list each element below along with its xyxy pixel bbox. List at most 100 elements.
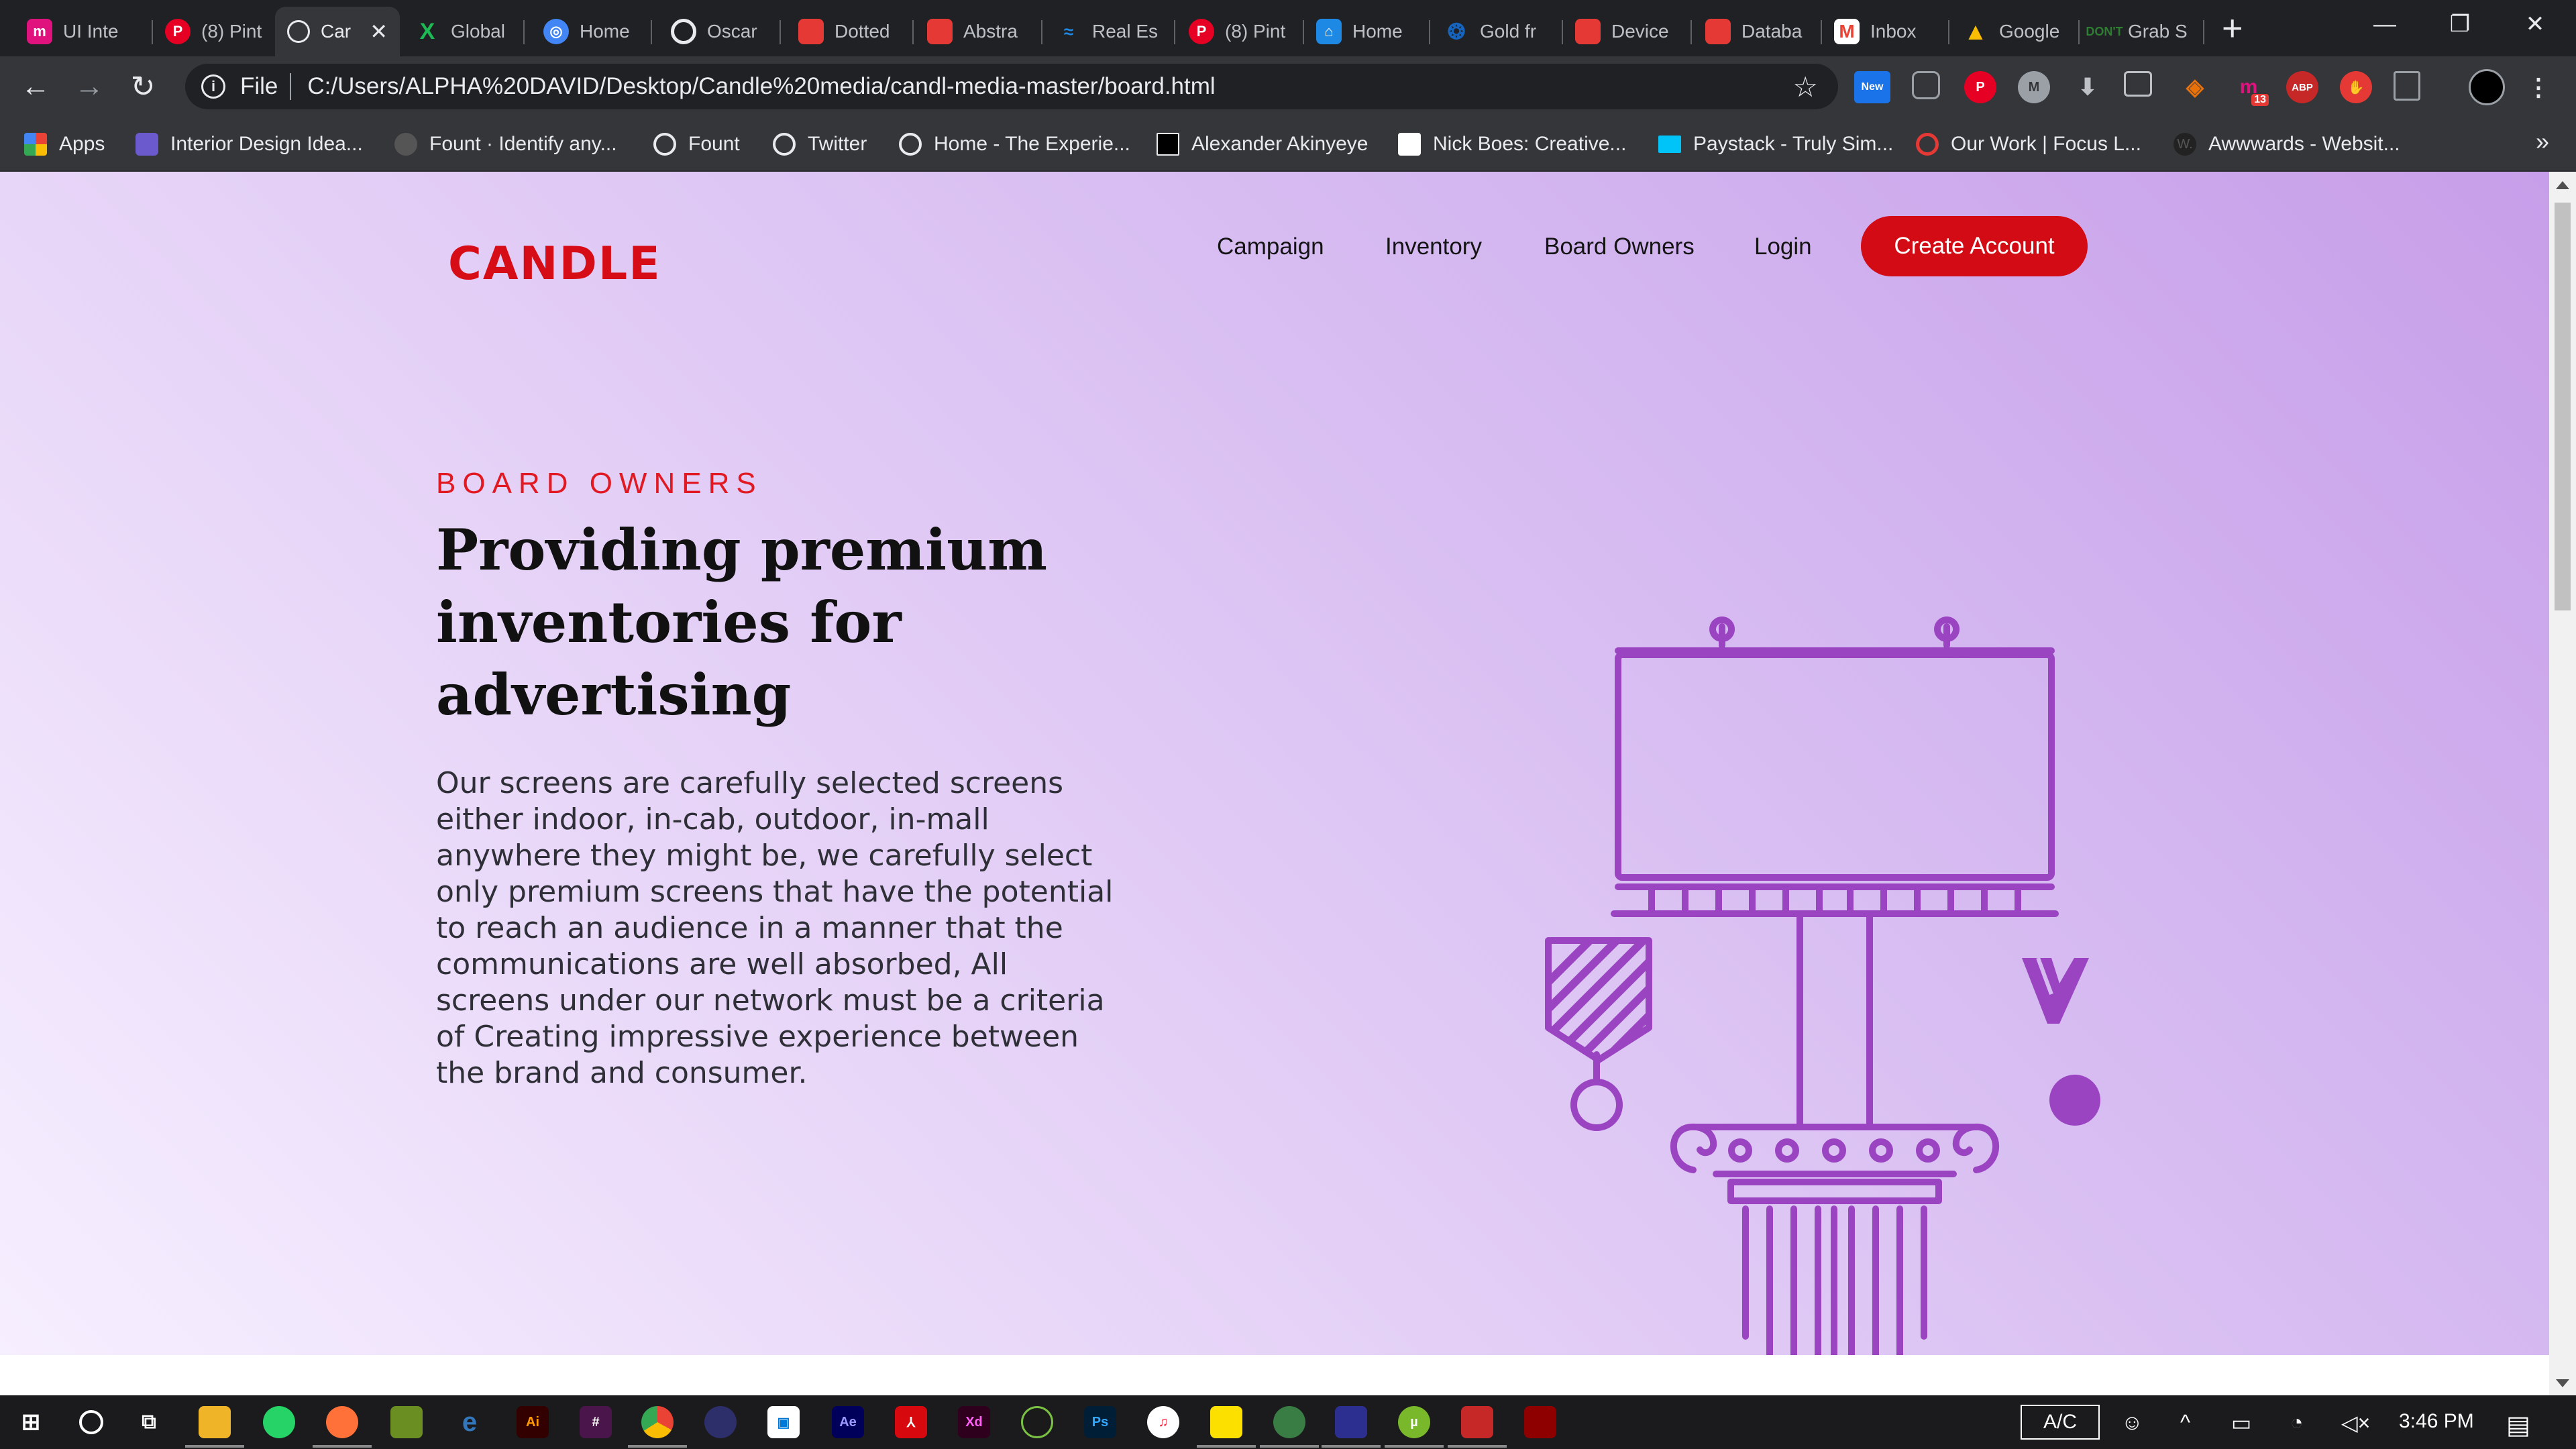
bookmark-twitter[interactable]: Twitter xyxy=(773,129,867,160)
tab-real-estate[interactable]: ≈ Real Es xyxy=(1044,7,1175,56)
slack-icon[interactable]: # xyxy=(580,1406,612,1438)
app-icon[interactable] xyxy=(390,1406,423,1438)
bookmark-paystack[interactable]: Paystack - Truly Sim... xyxy=(1658,129,1893,160)
bookmark-apps[interactable]: Apps xyxy=(24,129,105,160)
wifi-icon[interactable]: ◔ xyxy=(2290,1410,2303,1435)
download-icon[interactable]: ⬇ xyxy=(2072,71,2104,103)
candle-logo[interactable]: CANDLE xyxy=(448,237,661,290)
minimize-window-icon[interactable]: — xyxy=(2348,4,2422,44)
tab-google-drive[interactable]: ▲ Google xyxy=(1951,7,2080,56)
new-badge-icon[interactable]: New xyxy=(1854,71,1890,103)
new-tab-plus-icon[interactable]: + xyxy=(2222,9,2243,47)
utorrent-icon[interactable]: µ xyxy=(1385,1406,1444,1448)
m-icon[interactable]: M xyxy=(2018,71,2050,103)
file-explorer-icon[interactable] xyxy=(185,1406,244,1448)
notifications-icon[interactable]: ▤ xyxy=(2506,1410,2530,1440)
tab-pinterest-2[interactable]: P (8) Pint xyxy=(1177,7,1304,56)
menu-kebab-icon[interactable]: ⋮ xyxy=(2522,71,2555,103)
tab-global[interactable]: X Global xyxy=(402,7,525,56)
battery-icon[interactable]: ▭ xyxy=(2231,1410,2251,1436)
app-icon[interactable] xyxy=(1021,1406,1053,1438)
nav-campaign[interactable]: Campaign xyxy=(1217,233,1324,260)
chrome-icon[interactable] xyxy=(628,1406,687,1448)
profile-avatar-icon[interactable] xyxy=(2469,69,2505,105)
after-effects-icon[interactable]: Ae xyxy=(832,1406,864,1438)
notification-13-icon[interactable]: m 13 xyxy=(2233,71,2269,106)
firefox-icon[interactable] xyxy=(313,1406,372,1448)
windows-start-icon[interactable]: ⊞ xyxy=(15,1406,47,1438)
back-arrow-icon[interactable]: ← xyxy=(15,66,56,107)
sticky-notes-icon[interactable] xyxy=(1197,1406,1256,1448)
nav-board-owners[interactable]: Board Owners xyxy=(1544,233,1695,260)
pocket-icon[interactable] xyxy=(1912,71,1940,99)
clock-time[interactable]: 3:46 PM xyxy=(2399,1410,2474,1433)
edge-icon[interactable]: e xyxy=(453,1406,486,1438)
bookmark-fount-identify[interactable]: Fount · Identify any... xyxy=(394,129,617,160)
pdf-icon[interactable] xyxy=(2394,71,2420,101)
forward-arrow-icon[interactable]: → xyxy=(68,66,110,107)
share-icon[interactable]: ◈ xyxy=(2179,71,2211,103)
bookmark-alexander-akinyeye[interactable]: Alexander Akinyeye xyxy=(1157,129,1368,160)
tab-abstract[interactable]: Abstra xyxy=(915,7,1042,56)
nav-login[interactable]: Login xyxy=(1754,233,1812,260)
close-tab-icon[interactable]: ✕ xyxy=(370,19,388,44)
acrobat-icon[interactable]: ⅄ xyxy=(895,1406,927,1438)
tab-ui-inte[interactable]: m UI Inte xyxy=(15,7,153,56)
store-icon[interactable]: ▣ xyxy=(767,1406,800,1438)
page-scrollbar[interactable] xyxy=(2549,172,2576,1395)
tab-inbox[interactable]: M Inbox xyxy=(1822,7,1949,56)
nav-inventory[interactable]: Inventory xyxy=(1385,233,1482,260)
tab-home-2[interactable]: ⌂ Home xyxy=(1304,7,1430,56)
xd-icon[interactable]: Xd xyxy=(958,1406,990,1438)
scroll-up-arrow-icon[interactable] xyxy=(2556,181,2569,189)
url-text[interactable]: C:/Users/ALPHA%20DAVID/Desktop/Candle%20… xyxy=(307,73,1215,100)
bookmark-fount[interactable]: Fount xyxy=(653,129,740,160)
restore-window-icon[interactable]: ❐ xyxy=(2423,4,2497,44)
create-account-button[interactable]: Create Account xyxy=(1861,216,2088,276)
address-bar[interactable]: i File C:/Users/ALPHA%20DAVID/Desktop/Ca… xyxy=(185,64,1838,109)
tab-grab[interactable]: DON'T Grab S xyxy=(2080,7,2204,56)
app-icon[interactable] xyxy=(1524,1406,1556,1438)
app-icon[interactable] xyxy=(1448,1406,1507,1448)
app-icon[interactable] xyxy=(1260,1406,1319,1448)
gold-icon: ❂ xyxy=(1447,19,1466,44)
speaker-muted-icon[interactable]: ◁× xyxy=(2341,1410,2370,1436)
nb-icon xyxy=(1398,133,1421,156)
app-icon[interactable] xyxy=(1322,1406,1381,1448)
tab-oscar[interactable]: Oscar xyxy=(659,7,781,56)
reload-icon[interactable]: ↻ xyxy=(122,66,164,107)
tab-database[interactable]: Databa xyxy=(1693,7,1822,56)
tab-candle-active[interactable]: Car ✕ xyxy=(275,7,400,56)
app-icon[interactable] xyxy=(704,1406,737,1438)
chevron-up-icon[interactable]: ^ xyxy=(2180,1410,2190,1435)
illustrator-icon[interactable]: Ai xyxy=(517,1406,549,1438)
pinterest-icon[interactable]: P xyxy=(1964,71,1996,103)
people-icon[interactable]: ☺ xyxy=(2121,1410,2143,1435)
task-view-icon[interactable]: ⧉ xyxy=(133,1406,165,1438)
bookmark-our-work-focus[interactable]: Our Work | Focus L... xyxy=(1916,129,2141,160)
itunes-icon[interactable]: ♫ xyxy=(1147,1406,1179,1438)
site-info-icon[interactable]: i xyxy=(201,74,225,99)
scrollbar-thumb[interactable] xyxy=(2555,203,2571,610)
tab-gold[interactable]: ❂ Gold fr xyxy=(1432,7,1563,56)
tab-pinterest[interactable]: P (8) Pint xyxy=(153,7,274,56)
tab-dotted[interactable]: Dotted xyxy=(786,7,914,56)
abp-icon[interactable]: ABP xyxy=(2286,71,2318,103)
tab-device[interactable]: Device xyxy=(1563,7,1692,56)
scroll-down-arrow-icon[interactable] xyxy=(2556,1379,2569,1387)
close-window-icon[interactable]: ✕ xyxy=(2498,4,2572,44)
bookmark-star-icon[interactable]: ☆ xyxy=(1792,70,1818,103)
ac-indicator[interactable]: A/C xyxy=(2021,1405,2100,1440)
bookmark-nick-boes[interactable]: Nick Boes: Creative... xyxy=(1398,129,1626,160)
tab-home[interactable]: ◎ Home xyxy=(531,7,652,56)
cortana-icon[interactable] xyxy=(75,1406,107,1438)
photoshop-icon[interactable]: Ps xyxy=(1084,1406,1116,1438)
bookmark-awwwards[interactable]: W. Awwwards - Websit... xyxy=(2174,129,2400,160)
bookmark-interior-design[interactable]: Interior Design Idea... xyxy=(136,129,363,160)
stop-icon[interactable]: ✋ xyxy=(2340,71,2372,103)
pinterest-icon: P xyxy=(165,19,191,44)
image-icon[interactable] xyxy=(2124,71,2152,97)
bookmarks-overflow-icon[interactable]: » xyxy=(2536,127,2549,156)
whatsapp-icon[interactable] xyxy=(263,1406,295,1438)
bookmark-home-experience[interactable]: Home - The Experie... xyxy=(899,129,1130,160)
